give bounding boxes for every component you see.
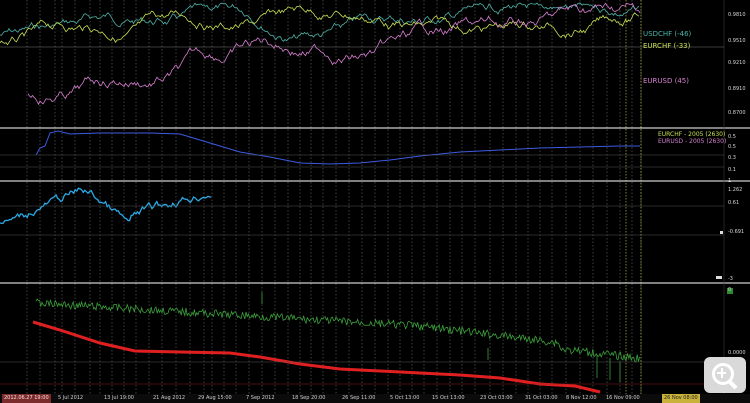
scale-label: 1	[728, 178, 732, 184]
corr-label-eurchf: EURCHF - 2005 (2630)	[658, 131, 726, 138]
balance-line	[32, 320, 601, 394]
time-axis-label: 29 Aug 15:00	[198, 395, 232, 401]
scale-label: 0	[728, 287, 732, 293]
time-axis-label: 13 Jul 19:00	[104, 395, 134, 401]
correlation-line	[35, 130, 640, 165]
scale-label: 0.9510	[728, 38, 746, 44]
plus-vertical	[720, 368, 723, 378]
series-label-usdchf: USDCHF (-46)	[643, 30, 692, 38]
eurusd-line	[27, 2, 641, 106]
scale-label: -3	[728, 276, 733, 282]
grid-lines	[26, 0, 642, 394]
time-axis-label: 5 Oct 13:00	[390, 395, 420, 401]
time-axis-label: 5 Jul 2012	[58, 395, 84, 401]
scale-label: 0.3	[728, 155, 736, 161]
scale-label: -0.691	[728, 229, 745, 235]
scale-label: 0.9210	[728, 60, 746, 66]
marker-box	[720, 231, 723, 234]
zoom-in-button[interactable]	[704, 357, 746, 393]
time-axis-label: 16 Nov 09:00	[606, 395, 640, 401]
time-axis-label: 7 Sep 2012	[246, 395, 275, 401]
spread-panel	[0, 187, 723, 279]
time-axis-label: 31 Oct 03:00	[525, 395, 558, 401]
scale-label: 0.0000	[728, 350, 746, 356]
time-axis-label: 21 Aug 2012	[153, 395, 186, 401]
scale-label: 0.8910	[728, 86, 746, 92]
fx-pairs-panel	[0, 2, 641, 106]
scale-label: 0.9810	[728, 12, 746, 18]
scale-label: 1.262	[728, 187, 743, 193]
chart-canvas[interactable]	[0, 0, 750, 403]
scale-label: 0.1	[728, 167, 736, 173]
corr-label-eurusd: EURUSD - 2005 (2630)	[658, 138, 727, 145]
scale-label: 0.5	[728, 144, 736, 150]
scale-label: 0.5	[728, 134, 736, 140]
correlation-panel	[35, 130, 640, 165]
scale-label: 0.61	[728, 200, 740, 206]
time-axis-label: 2012.06.27 19:00	[2, 394, 51, 403]
equity-panel	[32, 288, 733, 394]
time-axis: 2012.06.27 19:00 5 Jul 2012 13 Jul 19:00 21…	[0, 394, 750, 403]
eurchf-line	[0, 5, 640, 46]
marker-box	[716, 276, 722, 279]
series-label-eurchf: EURCHF (-33)	[643, 42, 691, 50]
time-axis-label: 15 Oct 13:00	[432, 395, 465, 401]
time-axis-label: 18 Sep 20:00	[292, 395, 326, 401]
time-axis-label: 23 Oct 03:00	[480, 395, 513, 401]
equity-line	[35, 298, 640, 363]
scale-label: 0.8700	[728, 110, 746, 116]
time-axis-label: 8 Nov 12:00	[566, 395, 597, 401]
zoom-handle	[727, 379, 738, 390]
time-axis-label: 26 Nov 08:00	[662, 394, 700, 403]
series-label-eurusd: EURUSD (45)	[643, 77, 689, 85]
usdchf-line	[0, 2, 640, 42]
time-axis-label: 26 Sep 11:00	[342, 395, 376, 401]
